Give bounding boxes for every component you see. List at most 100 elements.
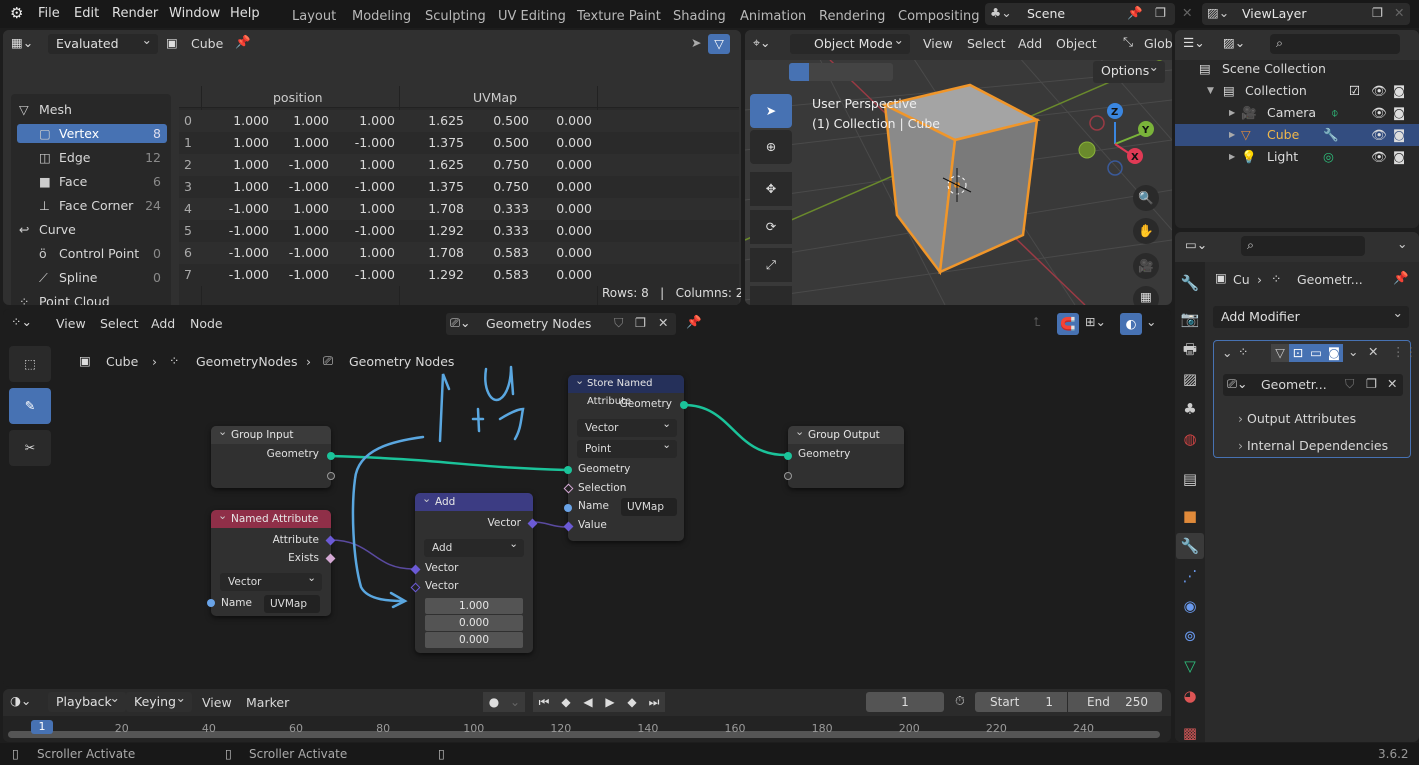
perspective-toggle-button[interactable]: ▦ [1133, 286, 1159, 305]
vector-z-field[interactable]: 0.000 [425, 632, 523, 648]
filter-button[interactable]: ▽ [708, 34, 730, 54]
geometry-input-socket[interactable] [784, 452, 792, 460]
vector-x-field[interactable]: 1.000 [425, 598, 523, 614]
node-header[interactable]: Group Input [211, 423, 331, 444]
viewport-display-toggle[interactable]: ▭ [1307, 344, 1325, 362]
visibility-eye-icon[interactable]: 👁 [1371, 146, 1387, 168]
new-view-layer-icon[interactable]: ❐ [1372, 5, 1383, 20]
render-toggle[interactable]: ◙ [1325, 344, 1343, 362]
tab-sculpting[interactable]: Sculpting [425, 9, 486, 24]
rotate-tool[interactable]: ⟳ [750, 210, 792, 244]
domain-item-spline[interactable]: ⟋ Spline 0 [17, 268, 167, 287]
edit-mode-toggle[interactable]: ▽ [1271, 344, 1289, 362]
modifier-tab-icon[interactable]: 🔧 [1176, 533, 1204, 559]
output-tab-icon[interactable]: 🖶 [1176, 336, 1204, 362]
cursor-tool[interactable]: ⊕ [750, 130, 792, 164]
current-frame-field[interactable]: 1 [866, 692, 944, 712]
domain-item-face[interactable]: ■ Face 6 [17, 172, 167, 191]
on-cage-toggle[interactable]: ⊡ [1289, 344, 1307, 362]
jump-next-keyframe-button[interactable]: ◆ [621, 692, 643, 712]
timeline-menu-marker[interactable]: Marker [246, 695, 289, 710]
physics-tab-icon[interactable]: ◉ [1176, 593, 1204, 619]
column-header-uvmap[interactable]: UVMap [473, 90, 517, 105]
outliner-search[interactable]: ⌕ [1270, 34, 1400, 54]
drag-handle-icon[interactable]: ⋮⋮ [1392, 344, 1417, 359]
fake-user-icon[interactable]: ⛉ [1345, 376, 1354, 392]
keying-dropdown[interactable]: Keying [126, 688, 192, 712]
node-header[interactable]: Add [415, 490, 533, 511]
particles-tab-icon[interactable]: ⋰ [1176, 563, 1204, 589]
jump-to-start-button[interactable]: ⏮ [533, 692, 555, 712]
node-named-attribute[interactable]: Named Attribute Attribute Exists Vector … [207, 507, 336, 616]
properties-search[interactable]: ⌕ [1241, 236, 1365, 256]
playhead[interactable]: 1 [31, 720, 53, 734]
node-store-named-attribute[interactable]: Store Named Attribute Geometry Vector Po… [563, 372, 688, 541]
display-mode-icon[interactable]: ▨⌄ [1223, 35, 1245, 50]
visibility-eye-icon[interactable]: 👁 [1371, 80, 1387, 102]
constraints-tab-icon[interactable]: ⊚ [1176, 623, 1204, 649]
pin-icon[interactable]: 📌 [1127, 5, 1143, 21]
select-box-tool[interactable]: ➤ [750, 94, 792, 128]
domain-item-curve[interactable]: ↩ Curve [17, 220, 167, 239]
name-field[interactable]: UVMap [621, 498, 677, 516]
keying-set-dropdown[interactable]: ⌄ [505, 692, 525, 712]
domain-item-vertex[interactable]: ▢ Vertex 8 [17, 124, 167, 143]
move-tool[interactable]: ✥ [750, 172, 792, 206]
scene-selector[interactable]: ♣⌄ Scene 📌 ❐ [985, 3, 1175, 25]
evaluation-mode-dropdown[interactable]: Evaluated [48, 30, 158, 54]
transform-orientation-label[interactable]: Glob [1144, 36, 1172, 51]
editor-type-icon[interactable]: ▦⌄ [11, 35, 33, 50]
editor-type-icon[interactable]: ▭⌄ [1185, 237, 1207, 252]
tab-compositing[interactable]: Compositing [898, 9, 980, 24]
tab-uv-editing[interactable]: UV Editing [498, 9, 566, 24]
selection-only-icon[interactable]: ➤ [691, 35, 701, 50]
collapse-chevron-icon[interactable]: ⌄ [1222, 345, 1232, 360]
expand-arrow-icon[interactable]: ▼ [1207, 80, 1214, 102]
outliner-item-camera[interactable]: ▶ 🎥 Camera ⌽ 👁 ◙ [1175, 102, 1419, 124]
vector-y-field[interactable]: 0.000 [425, 615, 523, 631]
expand-arrow-icon[interactable]: ▶ [1229, 146, 1235, 168]
node-vector-add[interactable]: Add Vector Add Vector Vector 1.000 0.000… [410, 490, 538, 653]
geometry-output-socket[interactable] [680, 401, 688, 409]
view-layer-selector[interactable]: ▨⌄ ViewLayer ❐ ✕ [1202, 3, 1410, 25]
domain-item-control-point[interactable]: ö Control Point 0 [17, 244, 167, 263]
data-type-dropdown[interactable]: Vector [220, 569, 322, 591]
node-group-output[interactable]: Group Output Geometry [784, 423, 904, 488]
data-tab-icon[interactable]: ▽ [1176, 653, 1204, 679]
render-camera-icon[interactable]: ◙ [1393, 146, 1405, 168]
view-layer-tab-icon[interactable]: ▨ [1176, 366, 1204, 392]
transform-tool[interactable] [750, 286, 792, 305]
add-modifier-dropdown[interactable]: Add Modifier [1213, 302, 1409, 328]
jump-to-end-button[interactable]: ⏭ [643, 692, 665, 712]
tool-tab-icon[interactable]: 🔧 [1176, 270, 1204, 296]
geometry-input-socket[interactable] [564, 466, 572, 474]
select-mode-buttons[interactable] [789, 63, 893, 81]
name-input-socket[interactable] [564, 504, 572, 512]
object-mode-dropdown[interactable]: Object Mode [790, 30, 910, 54]
transform-orientation-icon[interactable]: ⤡ [1123, 34, 1133, 50]
node-header[interactable]: Group Output [788, 423, 904, 444]
expand-arrow-icon[interactable]: ▶ [1229, 124, 1235, 146]
delete-view-layer-icon[interactable]: ✕ [1394, 5, 1404, 20]
auto-keying-toggle[interactable]: ● [483, 692, 505, 712]
object-tab-icon[interactable]: ■ [1176, 503, 1204, 529]
world-tab-icon[interactable]: ◍ [1176, 426, 1204, 452]
outliner-item-light[interactable]: ▶ 💡 Light ◎ 👁 ◙ [1175, 146, 1419, 168]
operation-dropdown[interactable]: Add [424, 535, 524, 557]
output-attributes-panel[interactable]: › Output Attributes [1238, 411, 1356, 426]
new-scene-icon[interactable]: ❐ [1155, 5, 1166, 20]
viewport-menu-object[interactable]: Object [1056, 36, 1097, 51]
viewport-menu-add[interactable]: Add [1018, 36, 1042, 51]
camera-view-button[interactable]: 🎥 [1133, 253, 1159, 279]
material-tab-icon[interactable]: ◕ [1176, 683, 1204, 709]
internal-dependencies-panel[interactable]: › Internal Dependencies [1238, 438, 1388, 453]
tab-shading[interactable]: Shading [673, 9, 726, 24]
outliner-scene-collection[interactable]: ▤ Scene Collection [1175, 58, 1419, 80]
outliner-item-cube[interactable]: ▶ ▽ Cube 🔧 👁 ◙ [1175, 124, 1419, 146]
geometry-output-socket[interactable] [327, 452, 335, 460]
pin-icon[interactable]: 📌 [1393, 270, 1409, 286]
light-data-icon[interactable]: ◎ [1323, 146, 1334, 168]
camera-data-icon[interactable]: ⌽ [1331, 102, 1339, 124]
tab-rendering[interactable]: Rendering [819, 9, 885, 24]
options-dropdown[interactable]: Options [1093, 57, 1165, 83]
